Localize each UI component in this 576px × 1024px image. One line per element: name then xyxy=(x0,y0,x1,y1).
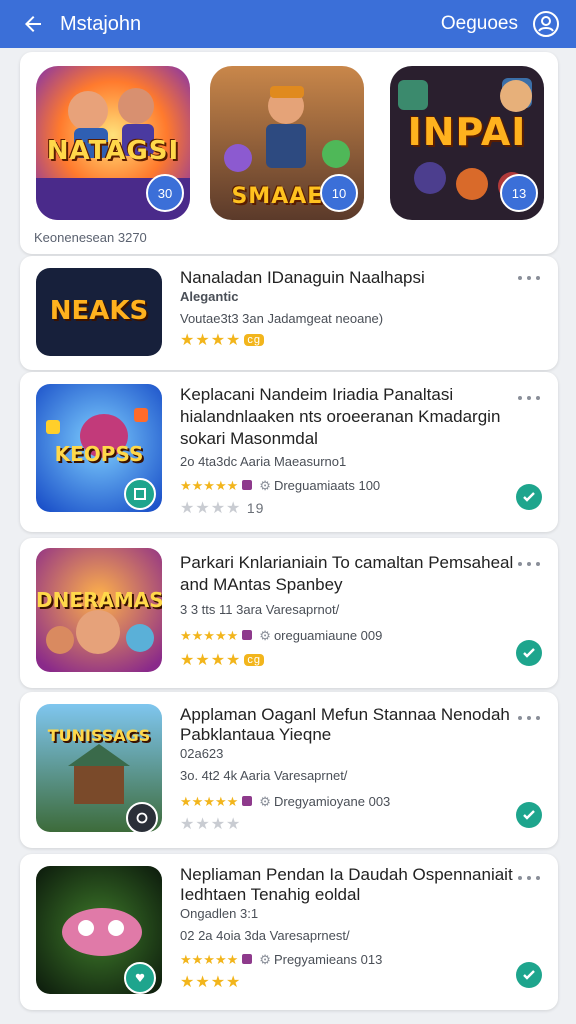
star-icon: ★★★★★ xyxy=(180,628,239,643)
installed-check-icon[interactable] xyxy=(516,640,542,666)
app-title: Applaman Oaganl Mefun Stannaa Nenodah xyxy=(180,705,510,724)
app-meta: Voutae3t3 3an Jadamgeat neoane) xyxy=(180,311,384,326)
app-meta: 3o. 4t2 4k Aaria Varesaprnet/ xyxy=(180,768,348,783)
rating-tag: cg xyxy=(244,654,264,666)
star-icon: ★★★★★ xyxy=(180,794,239,809)
featured-caption: Keonenesean 3270 xyxy=(34,230,147,245)
featured-game-name: INPAI xyxy=(407,110,527,154)
platform-badge xyxy=(124,962,156,994)
more-options-button[interactable] xyxy=(518,558,540,570)
featured-game-name: NATAGSI xyxy=(46,136,180,166)
app-thumbnail: NEAKS xyxy=(36,268,162,356)
gem-icon xyxy=(242,480,253,490)
app-subtitle: 02a623 xyxy=(180,746,224,761)
app-title: Nanaladan IDanaguin Naalhapsi xyxy=(180,268,425,287)
featured-game-tile[interactable]: NATAGSI 30 xyxy=(36,66,190,220)
featured-game-tile[interactable]: INPAI 13 xyxy=(390,66,544,220)
platform-badge xyxy=(124,478,156,510)
app-title-line2: and MAntas Spanbey xyxy=(180,575,343,594)
heart-icon xyxy=(135,973,145,982)
profile-icon xyxy=(533,11,559,37)
star-icon: ★★★★ xyxy=(180,974,242,991)
app-rating: ★★★★ cg xyxy=(180,330,264,350)
installed-check-icon[interactable] xyxy=(516,802,542,828)
app-subtitle: Ongadlen 3:1 xyxy=(180,906,259,921)
star-icon: ★★★★★ xyxy=(180,952,239,967)
gear-icon: ⚙ xyxy=(259,952,271,967)
rating-tag: cg xyxy=(244,334,264,346)
gem-icon xyxy=(242,630,253,640)
star-icon: ★★★★ xyxy=(180,500,242,517)
gem-icon xyxy=(242,796,253,806)
installed-check-icon[interactable] xyxy=(516,484,542,510)
app-list-item[interactable]: NEAKS Nanaladan IDanaguin Naalhapsi Aleg… xyxy=(20,256,558,370)
app-stats: ★★★★★ ⚙ Dregyamioyane 003 xyxy=(180,794,390,810)
gem-icon xyxy=(242,954,253,964)
profile-button[interactable] xyxy=(532,10,560,38)
stats-label: Dreguamiaats 100 xyxy=(273,478,381,493)
more-options-button[interactable] xyxy=(518,872,540,884)
app-title-line2: Pabklantaua Yieqne xyxy=(180,725,332,744)
rating-count: 19 xyxy=(246,500,265,516)
featured-badge: 10 xyxy=(320,174,358,212)
star-icon: ★★★★ xyxy=(180,816,242,833)
app-subtitle: sokari Masonmdal xyxy=(180,429,318,448)
app-stats: ★★★★★ ⚙ Dreguamiaats 100 xyxy=(180,478,380,494)
app-title: Parkari Knlarianiain To camaltan Pemsahe… xyxy=(180,553,514,572)
gear-icon: ⚙ xyxy=(259,628,271,643)
app-meta: 3 3 tts 11 3ara Varesaprnot/ xyxy=(180,602,340,617)
thumbnail-label: KEOPSS xyxy=(54,442,144,466)
app-title: Nepliaman Pendan Ia Daudah Ospennaniait xyxy=(180,865,513,884)
app-meta: 02 2a 4oia 3da Varesaprnest/ xyxy=(180,928,350,943)
back-button[interactable] xyxy=(16,7,50,41)
square-icon xyxy=(134,488,146,500)
app-rating: ★★★★ xyxy=(180,814,241,834)
featured-game-tile[interactable]: SMAAED 10 xyxy=(210,66,364,220)
more-options-button[interactable] xyxy=(518,712,540,724)
app-rating: ★★★★ 19 xyxy=(180,498,264,518)
thumbnail-label: NEAKS xyxy=(49,296,149,326)
more-options-button[interactable] xyxy=(518,272,540,284)
arrow-left-icon xyxy=(25,16,41,32)
page-title: Mstajohn xyxy=(60,12,142,35)
app-list-item[interactable]: TUNISSAGS Applaman Oaganl Mefun Stannaa … xyxy=(20,692,558,848)
star-icon: ★★★★★ xyxy=(180,478,239,493)
app-rating: ★★★★ cg xyxy=(180,650,264,670)
app-thumbnail: DNERAMAS xyxy=(36,548,162,672)
app-rating: ★★★★ xyxy=(180,972,241,992)
app-title-line2: hialandnlaaken nts oroeeranan Kmadargin xyxy=(180,407,501,426)
app-subtitle: Alegantic xyxy=(180,289,239,304)
platform-badge xyxy=(126,802,158,834)
featured-badge: 13 xyxy=(500,174,538,212)
gear-icon: ⚙ xyxy=(259,794,271,809)
gear-icon: ⚙ xyxy=(259,478,271,493)
app-bar: Mstajohn Oeguoes xyxy=(0,0,576,48)
app-title: Keplacani Nandeim Iriadia Panaltasi xyxy=(180,385,454,404)
top-action-link[interactable]: Oeguoes xyxy=(441,13,518,35)
app-stats: ★★★★★ ⚙ oreguamiaune 009 xyxy=(180,628,382,644)
more-options-button[interactable] xyxy=(518,392,540,404)
stats-label: Dregyamioyane 003 xyxy=(273,794,391,809)
app-title-line2: Iedhtaen Tenahig eoldal xyxy=(180,885,361,904)
refresh-icon xyxy=(136,812,148,824)
featured-badge: 30 xyxy=(146,174,184,212)
stats-label: Pregyamieans 013 xyxy=(273,952,383,967)
installed-check-icon[interactable] xyxy=(516,962,542,988)
app-stats: ★★★★★ ⚙ Pregyamieans 013 xyxy=(180,952,382,968)
star-icon: ★★★★ xyxy=(180,652,242,669)
thumbnail-label: DNERAMAS xyxy=(36,588,162,612)
app-list-item[interactable]: Nepliaman Pendan Ia Daudah Ospennaniait … xyxy=(20,854,558,1010)
app-meta: 2o 4ta3dc Aaria Maeasurno1 xyxy=(180,454,347,469)
featured-carousel: NATAGSI 30 SMAAED 10 INPAI 13 Keonenesea… xyxy=(20,52,558,254)
star-icon: ★★★★ xyxy=(180,332,242,349)
stats-label: oreguamiaune 009 xyxy=(273,628,383,643)
app-list-item[interactable]: KEOPSS Keplacani Nandeim Iriadia Panalta… xyxy=(20,372,558,532)
app-list-item[interactable]: DNERAMAS Parkari Knlarianiain To camalta… xyxy=(20,538,558,688)
thumbnail-label: TUNISSAGS xyxy=(47,726,151,745)
